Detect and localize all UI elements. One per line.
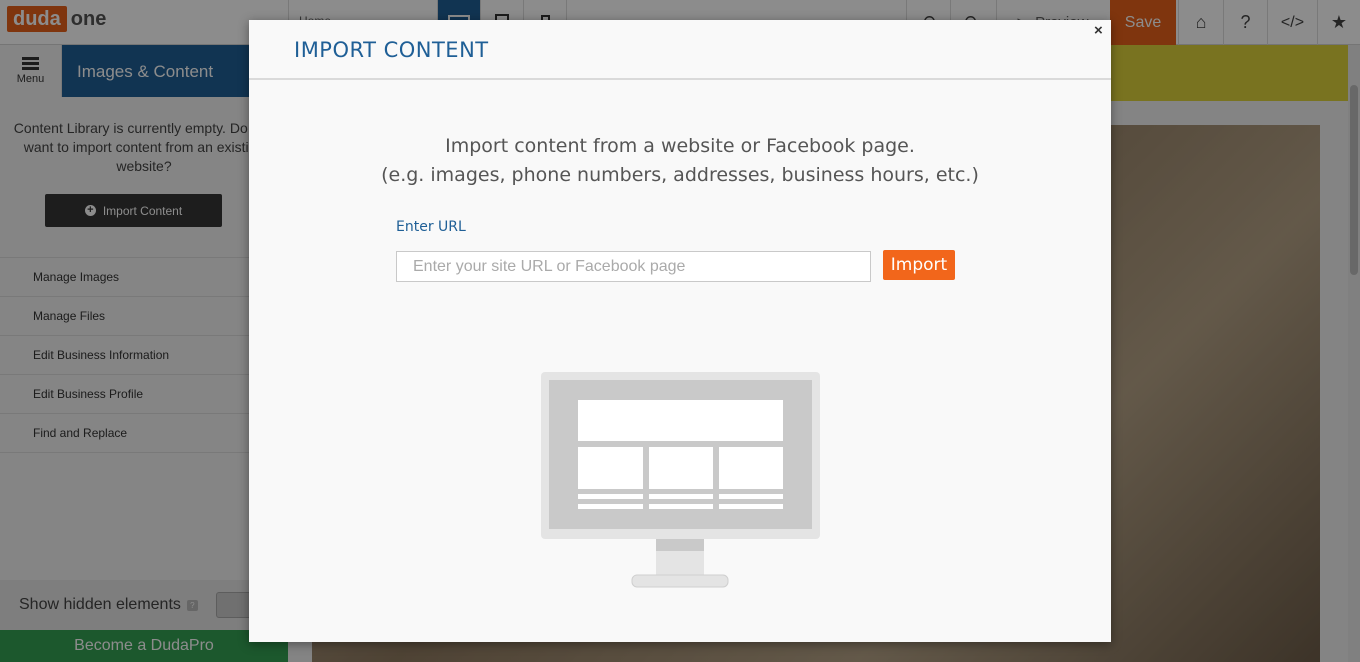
description-line-2: (e.g. images, phone numbers, addresses, …	[381, 164, 979, 186]
dialog-header: IMPORT CONTENT ×	[249, 20, 1111, 80]
import-button[interactable]: Import	[883, 250, 955, 280]
description-line-1: Import content from a website or Faceboo…	[445, 135, 915, 157]
url-input[interactable]	[396, 251, 871, 282]
url-label: Enter URL	[396, 219, 466, 235]
dialog-description: Import content from a website or Faceboo…	[249, 132, 1111, 190]
dialog-title: IMPORT CONTENT	[294, 38, 489, 62]
close-icon[interactable]: ×	[1094, 22, 1103, 39]
import-content-dialog: IMPORT CONTENT × Import content from a w…	[249, 20, 1111, 642]
monitor-illustration	[541, 372, 820, 588]
